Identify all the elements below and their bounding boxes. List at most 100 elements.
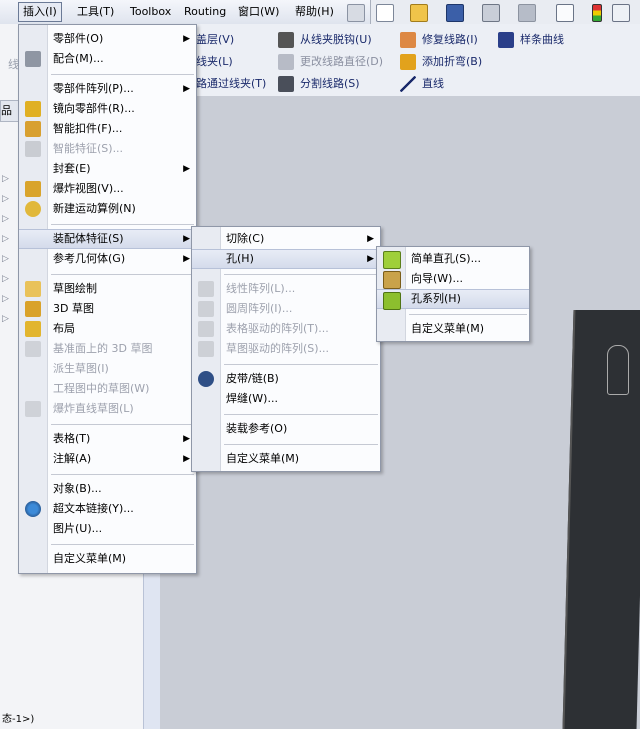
cmd-add-bend[interactable]: 添加折弯(B): [400, 52, 482, 72]
3d-sketch-plane-icon: [25, 341, 41, 357]
menu-separator: [51, 424, 194, 425]
menu-item-layout[interactable]: 布局: [19, 319, 196, 339]
tree-expand-icon[interactable]: ▷: [2, 254, 12, 264]
table-pattern-icon: [198, 321, 214, 337]
cmd-repair-route[interactable]: 修复线路(I): [400, 30, 478, 50]
tree-expand-icon[interactable]: ▷: [2, 214, 12, 224]
menu-item-component-pattern[interactable]: 零部件阵列(P)... ▶: [19, 79, 196, 99]
undo-icon[interactable]: [518, 4, 536, 22]
menu-window[interactable]: 窗口(W): [234, 3, 283, 21]
submenu-arrow-icon: ▶: [367, 254, 374, 264]
menu-item-customize-menu[interactable]: 自定义菜单(M): [192, 449, 380, 469]
linear-pattern-icon: [198, 281, 214, 297]
menu-item-picture[interactable]: 图片(U)...: [19, 519, 196, 539]
submenu-arrow-icon: ▶: [367, 234, 374, 244]
menu-routing[interactable]: Routing: [180, 3, 230, 21]
mirror-component-icon: [25, 101, 41, 117]
insert-menu: 零部件(O) ▶ 配合(M)... 零部件阵列(P)... ▶ 镜向零部件(R)..…: [18, 24, 197, 574]
panel-tab[interactable]: 品: [0, 100, 20, 122]
options-icon[interactable]: [612, 4, 630, 22]
tree-expand-icon[interactable]: ▷: [2, 294, 12, 304]
tree-expand-icon[interactable]: ▷: [2, 234, 12, 244]
menu-item-new-motion-study[interactable]: 新建运动算例(N): [19, 199, 196, 219]
menu-item-table-driven-pattern[interactable]: 表格驱动的阵列(T)...: [192, 319, 380, 339]
menu-insert[interactable]: 插入(I): [18, 2, 62, 22]
menu-item-linear-pattern[interactable]: 线性阵列(L)...: [192, 279, 380, 299]
cmd-layer[interactable]: 盖层(V): [196, 30, 234, 50]
menu-item-annotations[interactable]: 注解(A) ▶: [19, 449, 196, 469]
diameter-icon: [278, 54, 294, 70]
menu-item-hole[interactable]: 孔(H) ▶: [192, 249, 380, 269]
menu-item-simple-hole[interactable]: 简单直孔(S)...: [377, 249, 529, 269]
tree-expand-icon[interactable]: ▷: [2, 314, 12, 324]
submenu-arrow-icon: ▶: [183, 234, 190, 244]
pin-icon[interactable]: [347, 4, 365, 22]
menu-separator: [51, 74, 194, 75]
smart-feature-icon: [25, 141, 41, 157]
save-icon[interactable]: [446, 4, 464, 22]
sketch-icon: [25, 281, 41, 297]
submenu-arrow-icon: ▶: [183, 84, 190, 94]
menu-item-hole-wizard[interactable]: 向导(W)...: [377, 269, 529, 289]
menu-item-explode-line-sketch[interactable]: 爆炸直线草图(L): [19, 399, 196, 419]
menu-item-derived-sketch[interactable]: 派生草图(I): [19, 359, 196, 379]
menu-item-belt-chain[interactable]: 皮带/链(B): [192, 369, 380, 389]
menu-item-load-references[interactable]: 装载参考(O): [192, 419, 380, 439]
menu-item-mirror-components[interactable]: 镜向零部件(R)...: [19, 99, 196, 119]
menu-item-object[interactable]: 对象(B)...: [19, 479, 196, 499]
menu-item-3d-sketch[interactable]: 3D 草图: [19, 299, 196, 319]
cmd-split-route[interactable]: 分割线路(S): [278, 74, 360, 94]
smart-fastener-icon: [25, 121, 41, 137]
menu-item-cut[interactable]: 切除(C) ▶: [192, 229, 380, 249]
cmd-line[interactable]: 直线: [400, 74, 444, 94]
cmd-unhook-clip[interactable]: 从线夹脱钩(U): [278, 30, 372, 50]
menu-help[interactable]: 帮助(H): [291, 3, 338, 21]
menu-item-exploded-view[interactable]: 爆炸视图(V)...: [19, 179, 196, 199]
cmd-spline[interactable]: 样条曲线: [498, 30, 564, 50]
menu-tools[interactable]: 工具(T): [73, 3, 118, 21]
menu-toolbox[interactable]: Toolbox: [126, 3, 175, 21]
menu-separator: [51, 224, 194, 225]
line-icon: [400, 76, 416, 92]
add-bend-icon: [400, 54, 416, 70]
menu-item-components[interactable]: 零部件(O) ▶: [19, 29, 196, 49]
menu-item-assembly-features[interactable]: 装配体特征(S) ▶: [19, 229, 196, 249]
cmd-route-through-clip[interactable]: 路通过线夹(T): [196, 74, 266, 94]
cmd-clip[interactable]: 线夹(L): [196, 52, 233, 72]
menu-item-sketch-in-drawing[interactable]: 工程图中的草图(W): [19, 379, 196, 399]
hole-menu: 简单直孔(S)... 向导(W)... 孔系列(H) 自定义菜单(M): [376, 246, 530, 342]
select-cursor-icon[interactable]: [556, 4, 574, 22]
cmd-change-diameter[interactable]: 更改线路直径(D): [278, 52, 383, 72]
layout-icon: [25, 321, 41, 337]
menu-item-weld-bead[interactable]: 焊缝(W)...: [192, 389, 380, 409]
menu-separator: [224, 274, 378, 275]
menu-item-mate[interactable]: 配合(M)...: [19, 49, 196, 69]
tree-expand-icon[interactable]: ▷: [2, 194, 12, 204]
menu-item-3d-sketch-on-plane[interactable]: 基准面上的 3D 草图: [19, 339, 196, 359]
menu-item-sketch-driven-pattern[interactable]: 草图驱动的阵列(S)...: [192, 339, 380, 359]
menu-item-tables[interactable]: 表格(T) ▶: [19, 429, 196, 449]
menu-item-smart-feature[interactable]: 智能特征(S)...: [19, 139, 196, 159]
tree-expand-icon[interactable]: ▷: [2, 174, 12, 184]
menu-item-customize-menu[interactable]: 自定义菜单(M): [19, 549, 196, 569]
menu-separator: [51, 544, 194, 545]
menu-item-customize-menu[interactable]: 自定义菜单(M): [377, 319, 529, 339]
tree-expand-icon[interactable]: ▷: [2, 274, 12, 284]
status-text: 态-1>): [2, 714, 35, 725]
hole-wizard-icon: [383, 271, 401, 289]
menu-item-smart-fasteners[interactable]: 智能扣件(F)...: [19, 119, 196, 139]
submenu-arrow-icon: ▶: [183, 34, 190, 44]
traffic-light-icon[interactable]: [592, 4, 602, 22]
menu-item-sketch[interactable]: 草图绘制: [19, 279, 196, 299]
menu-item-hyperlink[interactable]: 超文本链接(Y)...: [19, 499, 196, 519]
menu-item-envelope[interactable]: 封套(E) ▶: [19, 159, 196, 179]
print-icon[interactable]: [482, 4, 500, 22]
simple-hole-icon: [383, 251, 401, 269]
open-folder-icon[interactable]: [410, 4, 428, 22]
split-route-icon: [278, 76, 294, 92]
menu-item-circular-pattern[interactable]: 圆周阵列(I)...: [192, 299, 380, 319]
menu-item-reference-geometry[interactable]: 参考几何体(G) ▶: [19, 249, 196, 269]
new-document-icon[interactable]: [376, 4, 394, 22]
hole-series-icon: [383, 292, 401, 310]
menu-item-hole-series[interactable]: 孔系列(H): [377, 289, 529, 310]
